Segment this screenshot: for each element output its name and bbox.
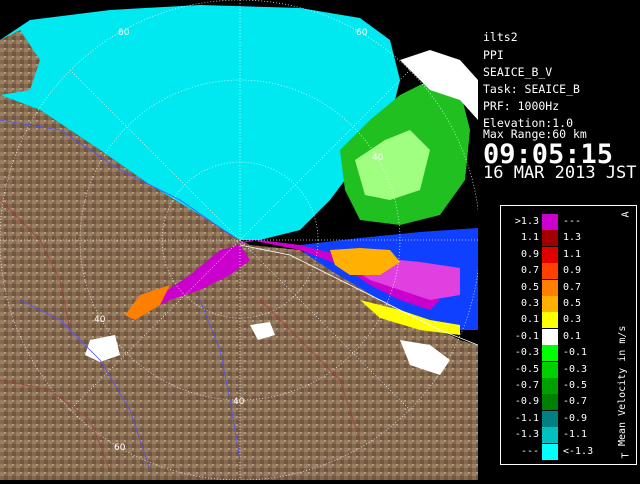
legend-upper-bound: -1.1 — [563, 429, 588, 441]
legend-upper-bound: 0.1 — [563, 330, 582, 342]
legend-swatch — [542, 312, 558, 329]
legend-lower-bound: >1.3 — [514, 216, 539, 227]
radar-ppi-map: 60 60 40 40 40 60 — [0, 0, 481, 481]
legend-bottom-mark: T — [620, 452, 632, 459]
scan-name: SEAICE_B_V — [483, 65, 553, 79]
legend-lower-bound: -0.9 — [514, 396, 539, 408]
ring-label: 60 — [356, 28, 368, 38]
legend-upper-bound: 0.3 — [563, 314, 582, 326]
legend-swatch — [542, 246, 558, 263]
ring-label: 40 — [94, 315, 106, 325]
legend-swatch — [542, 361, 558, 378]
legend-upper-bound: -0.9 — [563, 412, 588, 424]
legend-lower-bound: -0.5 — [514, 363, 539, 375]
legend-lower-bound: -0.7 — [514, 380, 539, 391]
legend-lower-bound: -1.1 — [514, 412, 539, 424]
legend-swatch — [542, 410, 558, 427]
legend-swatch — [542, 230, 558, 247]
site-name: ilts2 — [483, 30, 518, 44]
legend-swatch — [542, 378, 558, 394]
legend-upper-bound: 1.3 — [563, 232, 582, 244]
legend-lower-bound: 0.3 — [520, 298, 539, 309]
legend-upper-bound: -0.5 — [563, 380, 588, 391]
ring-label: 60 — [118, 28, 130, 38]
legend-lower-bound: 1.1 — [520, 232, 539, 244]
scan-date: 16 MAR 2013 JST — [483, 163, 637, 183]
legend-swatch — [542, 214, 558, 230]
legend-unit: Mean Velocity in m/s — [617, 326, 628, 446]
legend-lower-bound: 0.7 — [520, 265, 539, 277]
svg-text:Mean Velocity in m/s: Mean Velocity in m/s — [617, 326, 628, 446]
legend-lower-bound: -0.3 — [514, 347, 539, 359]
legend-upper-bound: -0.7 — [563, 396, 588, 408]
legend-lower-bound: -0.1 — [514, 330, 539, 342]
ring-label: 40 — [233, 397, 245, 407]
legend-corner-mark: A — [620, 211, 632, 218]
legend-lower-bound: 0.1 — [520, 314, 539, 326]
legend-swatch — [542, 263, 558, 280]
legend-lower-bound: 0.5 — [520, 281, 539, 293]
legend-swatch — [542, 394, 558, 411]
legend-upper-bound: 0.7 — [563, 281, 582, 293]
ring-label: 40 — [372, 153, 384, 163]
legend-upper-bound: --- — [563, 216, 582, 227]
legend-swatch — [542, 279, 558, 296]
legend-swatch — [542, 296, 558, 312]
legend-upper-bound: 1.1 — [563, 248, 582, 260]
ring-label: 60 — [114, 443, 126, 453]
legend-swatch — [542, 345, 558, 362]
legend-lower-bound: 0.9 — [520, 248, 539, 260]
prf-value: PRF: 1000Hz — [483, 99, 560, 113]
legend-lower-bound: -1.3 — [514, 429, 539, 441]
velocity-legend: >1.3 --- 1.1 1.3 0.9 1.1 0.7 0.9 0.5 0.7 0.3 0.5 0.1… — [500, 205, 637, 465]
task-name: Task: SEAICE_B — [483, 82, 580, 96]
legend-upper-bound: <-1.3 — [563, 445, 594, 457]
legend-upper-bound: 0.5 — [563, 298, 582, 309]
info-panel: ilts2 PPI SEAICE_B_V Task: SEAICE_B PRF:… — [478, 0, 640, 480]
scan-mode: PPI — [483, 48, 504, 62]
legend-swatch — [542, 427, 558, 444]
legend-swatch — [542, 328, 558, 345]
legend-upper-bound: -0.1 — [563, 347, 588, 359]
legend-swatch — [542, 443, 558, 460]
legend-upper-bound: -0.3 — [563, 363, 588, 375]
legend-lower-bound: --- — [520, 445, 539, 457]
legend-upper-bound: 0.9 — [563, 265, 582, 277]
